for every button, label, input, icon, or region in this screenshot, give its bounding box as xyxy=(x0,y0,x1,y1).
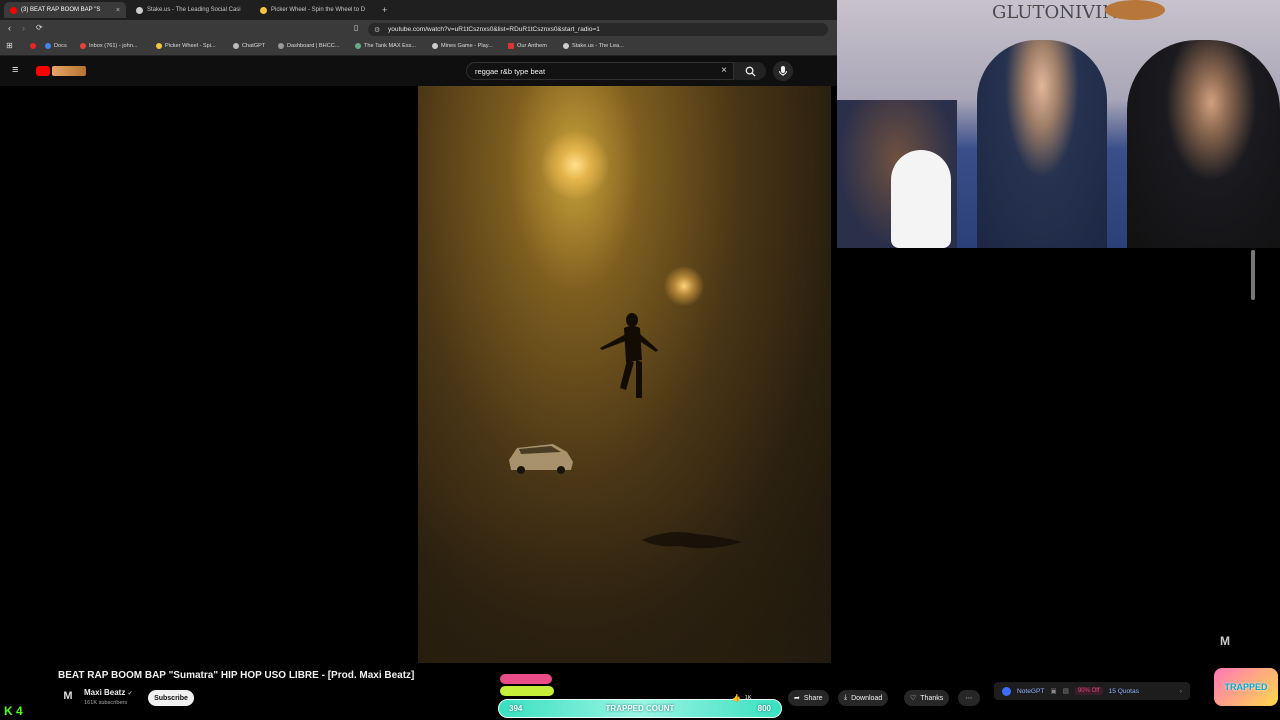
notes-icon[interactable]: ▤ xyxy=(1063,687,1069,695)
anthem-icon xyxy=(508,43,514,49)
screenshot-icon[interactable]: ▣ xyxy=(1050,687,1056,695)
counter-current: 394 xyxy=(509,704,523,713)
subscriber-count: 161K subscribers xyxy=(84,700,128,706)
browser-tab-bar: (3) BEAT RAP BOOM BAP "S × Stake.us - Th… xyxy=(0,0,837,20)
share-button[interactable]: ➦ Share xyxy=(788,690,829,706)
quota-label[interactable]: 15 Quotas xyxy=(1109,688,1139,695)
apps-grid-icon[interactable]: ⊞ xyxy=(6,41,13,50)
search-button[interactable] xyxy=(734,62,766,80)
dashboard-icon xyxy=(278,43,284,49)
bookmark-our-anthem[interactable]: Our Anthem xyxy=(508,43,547,49)
more-actions-button[interactable]: ⋯ xyxy=(958,690,980,706)
youtube-logo-icon[interactable] xyxy=(36,66,50,76)
bookmark-picker-wheel[interactable]: Picker Wheel - Spi... xyxy=(156,43,216,49)
stake-icon xyxy=(432,43,438,49)
new-tab-button[interactable]: + xyxy=(376,2,390,18)
person-right xyxy=(1127,40,1280,248)
person-center xyxy=(977,40,1107,248)
forward-icon[interactable]: › xyxy=(22,23,25,33)
address-bar-url: youtube.com/watch?v=uR1tCsznxs0&list=RDu… xyxy=(388,26,600,33)
verified-icon: ✔ xyxy=(127,691,133,697)
microphone-icon xyxy=(779,66,787,76)
channel-name[interactable]: Maxi Beatz ✔ xyxy=(84,688,133,697)
white-cap xyxy=(891,150,951,248)
bookmark-docs[interactable]: Docs xyxy=(45,43,67,49)
search-input-value: reggae r&b type beat xyxy=(475,66,546,76)
bookmark-youtube-icon[interactable] xyxy=(30,43,36,49)
overlay-bar-lime xyxy=(500,686,554,696)
address-bar[interactable]: ⚙ youtube.com/watch?v=uR1tCsznxs0&list=R… xyxy=(368,23,828,36)
tank-icon xyxy=(355,43,361,49)
picker-wheel-favicon-icon xyxy=(260,6,267,14)
picker-wheel-icon xyxy=(156,43,162,49)
reload-icon[interactable]: ⟳ xyxy=(36,23,43,32)
voice-search-button[interactable] xyxy=(773,61,793,81)
discount-badge[interactable]: 90% Off xyxy=(1074,687,1103,695)
counter-goal: 800 xyxy=(757,704,771,713)
download-button[interactable]: ⤓ Download xyxy=(838,690,889,706)
stake-icon xyxy=(563,43,569,49)
kick-logo: K 4 xyxy=(4,704,23,718)
clear-search-icon[interactable]: × xyxy=(721,65,727,76)
video-title: BEAT RAP BOOM BAP "Sumatra" HIP HOP USO … xyxy=(58,670,415,681)
stake-favicon-icon xyxy=(136,6,143,14)
search-input[interactable]: reggae r&b type beat × xyxy=(466,62,734,80)
doodle-logo-icon[interactable] xyxy=(52,66,86,76)
bookmark-inbox[interactable]: Inbox (761) - john... xyxy=(80,43,138,49)
google-icon xyxy=(45,43,51,49)
overlay-bar-pink xyxy=(500,674,552,684)
tab-label: (3) BEAT RAP BOOM BAP "S xyxy=(21,7,101,13)
video-figure xyxy=(600,313,658,398)
bookmark-dashboard[interactable]: Dashboard | BHCC... xyxy=(278,43,339,49)
bookmark-tank-max[interactable]: The Tank MAX Ess... xyxy=(355,43,416,49)
search-icon xyxy=(745,66,756,77)
browser-toolbar: ‹ › ⟳ ▯ ⚙ youtube.com/watch?v=uR1tCsznxs… xyxy=(0,20,837,38)
youtube-favicon-icon xyxy=(10,6,17,14)
download-icon: ⤓ xyxy=(844,694,848,701)
chevron-right-icon[interactable]: › xyxy=(1180,688,1182,695)
like-button[interactable]: 👍 1K xyxy=(726,690,757,706)
trapped-logo: TRAPPED xyxy=(1214,668,1278,706)
bookmark-mines-game[interactable]: Mines Game - Play... xyxy=(432,43,493,49)
channel-watermark-icon[interactable]: M xyxy=(1220,634,1230,648)
bookmark-icon[interactable]: ▯ xyxy=(354,23,358,32)
video-shadow xyxy=(642,532,742,549)
bookmark-chatgpt[interactable]: ChatGPT xyxy=(233,43,265,49)
youtube-header: ≡ reggae r&b type beat × xyxy=(0,56,837,86)
tab-label: Stake.us - The Leading Social Casi xyxy=(147,7,241,13)
tab-stake[interactable]: Stake.us - The Leading Social Casi xyxy=(130,2,250,18)
video-road xyxy=(418,500,831,663)
video-streetlight xyxy=(664,266,704,306)
notegpt-label: NoteGPT xyxy=(1017,687,1045,695)
notegpt-extension-bar[interactable]: NoteGPT ▣ ▤ 90% Off 15 Quotas › xyxy=(994,682,1190,700)
thanks-button[interactable]: ♡ Thanks xyxy=(904,690,950,706)
hamburger-menu-icon[interactable]: ≡ xyxy=(12,64,18,76)
close-icon[interactable]: × xyxy=(116,7,120,14)
bookmark-stake[interactable]: Stake.us - The Lea... xyxy=(563,43,624,49)
subscribe-button[interactable]: Subscribe xyxy=(148,690,194,706)
webcam-wall-text: GLUTONIVINI xyxy=(991,2,1126,23)
gmail-icon xyxy=(80,43,86,49)
channel-avatar[interactable]: M xyxy=(60,690,76,706)
streamer-webcam: GLUTONIVINI xyxy=(837,0,1280,248)
heart-dollar-icon: ♡ xyxy=(910,695,917,702)
video-streetlight xyxy=(540,130,610,200)
tab-label: Picker Wheel - Spin the Wheel to D xyxy=(271,7,366,13)
bookmarks-bar: ⊞ Docs Inbox (761) - john... Picker Whee… xyxy=(0,38,837,56)
video-car xyxy=(509,444,573,474)
share-icon: ➦ xyxy=(794,695,800,702)
page-scrollbar[interactable] xyxy=(1251,250,1255,300)
guitar xyxy=(1105,0,1165,20)
counter-label: TRAPPED COUNT xyxy=(605,704,675,713)
site-info-icon[interactable]: ⚙ xyxy=(374,26,380,34)
thumbs-up-icon: 👍 xyxy=(732,695,741,702)
tab-picker-wheel[interactable]: Picker Wheel - Spin the Wheel to D xyxy=(254,2,374,18)
chatgpt-icon xyxy=(233,43,239,49)
tab-youtube[interactable]: (3) BEAT RAP BOOM BAP "S × xyxy=(4,2,126,18)
back-icon[interactable]: ‹ xyxy=(8,23,11,33)
notegpt-logo-icon xyxy=(1002,686,1011,696)
